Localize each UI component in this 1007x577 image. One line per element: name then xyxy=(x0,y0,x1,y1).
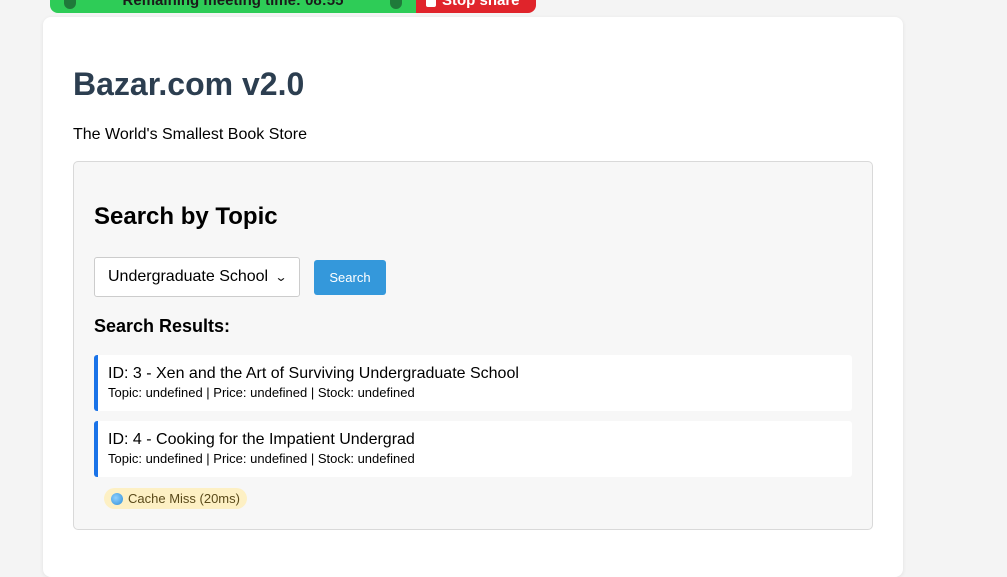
search-panel: Search by Topic Undergraduate School ⌄ S… xyxy=(73,161,873,530)
stop-share-button[interactable]: Stop share xyxy=(416,0,536,13)
result-title: ID: 3 - Xen and the Art of Surviving Und… xyxy=(108,365,519,382)
meeting-timer-text: Remaining meeting time: 08:55 xyxy=(122,0,344,9)
stop-icon xyxy=(426,0,436,7)
page-subtitle: The World's Smallest Book Store xyxy=(73,126,307,143)
result-item: ID: 4 - Cooking for the Impatient Underg… xyxy=(94,421,852,477)
globe-icon xyxy=(111,492,123,505)
cache-status-text: Cache Miss (20ms) xyxy=(128,491,240,506)
topic-select-value: Undergraduate School xyxy=(108,268,269,285)
screen-share-bar: Remaining meeting time: 08:55 Stop share xyxy=(50,0,536,13)
result-meta: Topic: undefined | Price: undefined | St… xyxy=(108,385,415,400)
results-heading: Search Results: xyxy=(94,316,231,336)
shield-icon xyxy=(390,0,402,9)
result-title: ID: 4 - Cooking for the Impatient Underg… xyxy=(108,431,415,448)
search-heading: Search by Topic xyxy=(94,203,278,230)
search-button[interactable]: Search xyxy=(314,260,386,295)
result-item: ID: 3 - Xen and the Art of Surviving Und… xyxy=(94,355,852,411)
result-meta: Topic: undefined | Price: undefined | St… xyxy=(108,451,415,466)
cache-status-badge: Cache Miss (20ms) xyxy=(104,488,247,509)
meeting-timer: Remaining meeting time: 08:55 xyxy=(50,0,416,13)
stop-share-label: Stop share xyxy=(442,0,520,9)
shield-icon xyxy=(64,0,76,9)
chevron-down-icon: ⌄ xyxy=(274,270,288,284)
main-card: Bazar.com v2.0 The World's Smallest Book… xyxy=(43,17,903,577)
page-title: Bazar.com v2.0 xyxy=(73,66,305,102)
topic-select[interactable]: Undergraduate School ⌄ xyxy=(94,257,300,297)
